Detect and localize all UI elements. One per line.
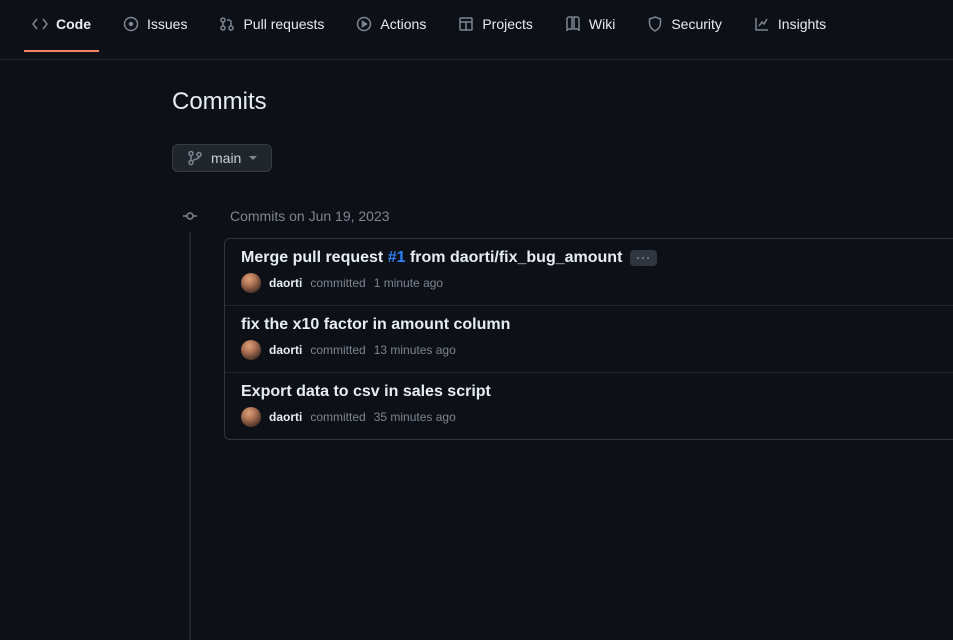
tab-label: Insights [778,16,826,32]
code-icon [32,16,48,32]
shield-icon [647,16,663,32]
repo-nav: Code Issues Pull requests Actions Projec… [0,0,953,60]
commit-title[interactable]: Export data to csv in sales script [241,383,491,401]
issues-icon [123,16,139,32]
avatar[interactable] [241,340,261,360]
tab-projects[interactable]: Projects [450,8,541,52]
expand-commit-message-button[interactable]: ··· [630,250,657,266]
commit-time: 1 minute ago [374,276,443,290]
page-title: Commits [172,88,953,116]
commit-item[interactable]: Merge pull request #1 from daorti/fix_bu… [225,239,953,306]
tab-wiki[interactable]: Wiki [557,8,623,52]
tab-label: Pull requests [243,16,324,32]
git-pull-request-icon [219,16,235,32]
book-icon [565,16,581,32]
tab-security[interactable]: Security [639,8,730,52]
tab-insights[interactable]: Insights [746,8,834,52]
tab-label: Issues [147,16,187,32]
play-icon [356,16,372,32]
commit-author[interactable]: daorti [269,343,302,357]
commit-item[interactable]: Export data to csv in sales script daort… [225,373,953,439]
commit-action: committed [310,410,365,424]
avatar[interactable] [241,407,261,427]
commit-time: 13 minutes ago [374,343,456,357]
commit-time: 35 minutes ago [374,410,456,424]
tab-code[interactable]: Code [24,8,99,52]
tab-label: Security [671,16,722,32]
caret-down-icon [249,154,257,162]
commit-action: committed [310,276,365,290]
commit-author[interactable]: daorti [269,410,302,424]
timeline-date-label: Commits on Jun 19, 2023 [230,208,390,224]
commit-title[interactable]: fix the x10 factor in amount column [241,316,510,334]
tab-issues[interactable]: Issues [115,8,195,52]
tab-label: Projects [482,16,533,32]
tab-label: Actions [380,16,426,32]
timeline-line [189,232,191,640]
tab-label: Wiki [589,16,615,32]
branch-name: main [211,150,241,166]
commit-action: committed [310,343,365,357]
commit-author[interactable]: daorti [269,276,302,290]
commit-meta: daorti committed 35 minutes ago [241,407,953,427]
avatar[interactable] [241,273,261,293]
git-branch-icon [187,150,203,166]
commit-meta: daorti committed 13 minutes ago [241,340,953,360]
commits-list: Merge pull request #1 from daorti/fix_bu… [224,238,953,440]
graph-icon [754,16,770,32]
commit-item[interactable]: fix the x10 factor in amount column daor… [225,306,953,373]
tab-actions[interactable]: Actions [348,8,434,52]
tab-label: Code [56,16,91,32]
timeline-date-header: Commits on Jun 19, 2023 [172,208,953,224]
tab-pull-requests[interactable]: Pull requests [211,8,332,52]
pr-link[interactable]: #1 [388,249,406,266]
commit-meta: daorti committed 1 minute ago [241,273,953,293]
commit-title[interactable]: Merge pull request #1 from daorti/fix_bu… [241,249,622,267]
table-icon [458,16,474,32]
branch-selector[interactable]: main [172,144,272,172]
commits-timeline: Commits on Jun 19, 2023 Merge pull reque… [172,208,953,440]
commit-marker-icon [174,208,206,224]
